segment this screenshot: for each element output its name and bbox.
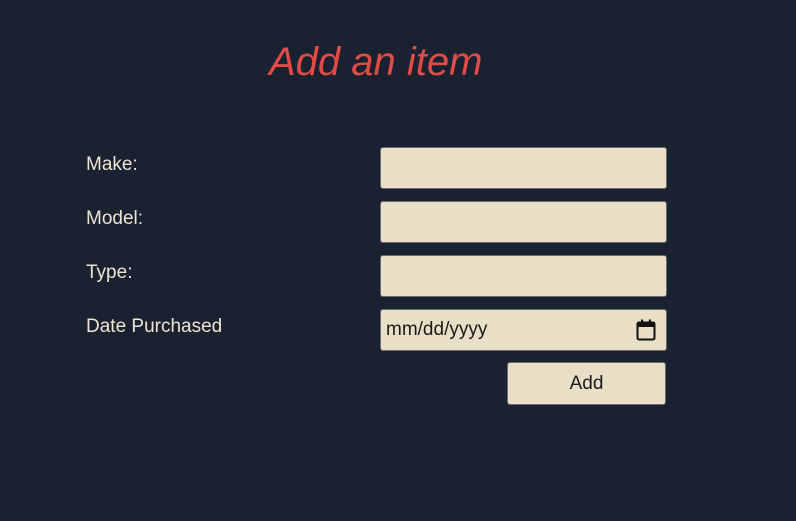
model-label: Model:	[86, 208, 144, 229]
date-purchased-input[interactable]: mm/dd/yyyy	[380, 309, 667, 351]
type-input[interactable]	[380, 255, 667, 297]
make-input[interactable]	[380, 147, 667, 189]
model-input[interactable]	[380, 201, 667, 243]
calendar-icon[interactable]	[635, 319, 657, 341]
add-button[interactable]: Add	[507, 362, 666, 405]
make-label: Make:	[86, 154, 138, 175]
page-title: Add an item	[269, 40, 483, 84]
date-placeholder: mm/dd/yyyy	[386, 319, 488, 340]
date-purchased-label: Date Purchased	[86, 316, 223, 337]
type-label: Type:	[86, 262, 133, 283]
